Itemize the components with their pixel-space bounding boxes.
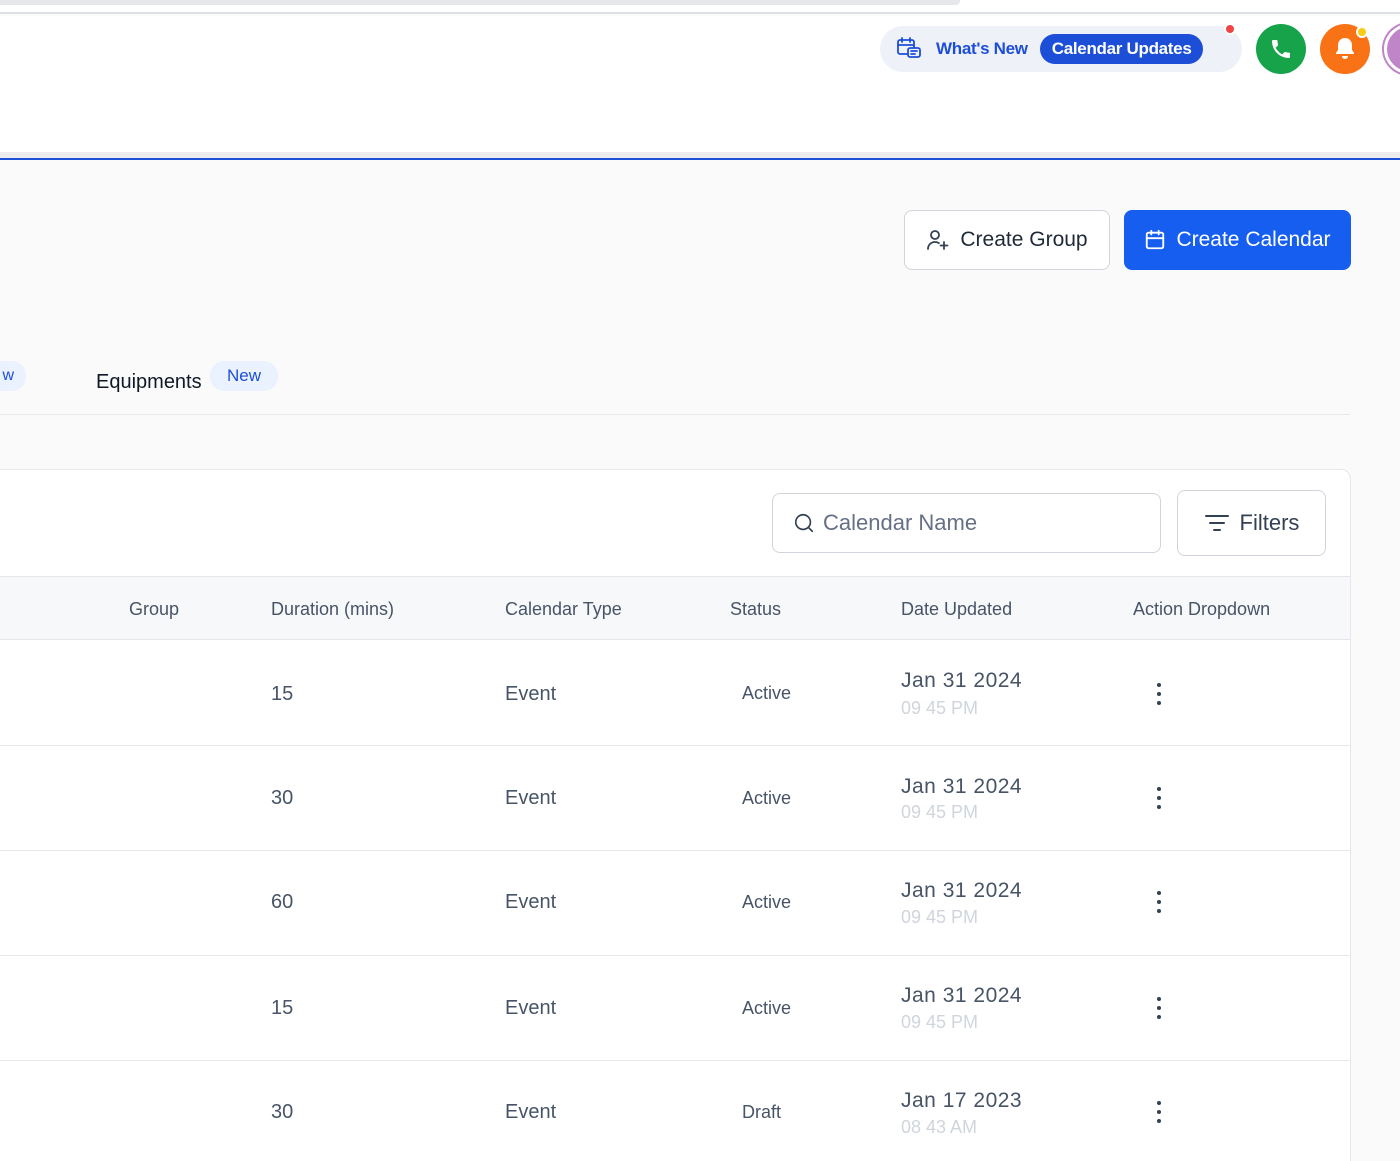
calendar-type-cell: Event bbox=[505, 787, 557, 809]
table-row[interactable]: 60 Event Active Jan 31 2024 09 45 PM bbox=[0, 851, 1350, 956]
duration-cell: 30 bbox=[271, 787, 294, 809]
calendar-type-cell: Event bbox=[505, 683, 557, 705]
user-plus-icon bbox=[927, 230, 949, 250]
calendar-updates-badge: Calendar Updates bbox=[1039, 34, 1204, 64]
time-updated: 09 45 PM bbox=[901, 802, 979, 822]
table-row[interactable]: 30 Event Draft Jan 17 2023 08 43 AM bbox=[0, 1061, 1350, 1161]
time-updated: 09 45 PM bbox=[901, 698, 979, 718]
search-icon bbox=[794, 513, 814, 533]
create-group-label: Create Group bbox=[960, 228, 1088, 251]
more-vertical-icon[interactable] bbox=[1149, 993, 1169, 1023]
column-header-status[interactable]: Status bbox=[730, 599, 781, 620]
status-badge: Active bbox=[742, 788, 792, 808]
horizontal-scrollbar[interactable] bbox=[0, 0, 960, 5]
time-updated: 09 45 PM bbox=[901, 1012, 979, 1032]
create-calendar-label: Create Calendar bbox=[1176, 228, 1331, 251]
filters-button[interactable]: Filters bbox=[1177, 490, 1326, 556]
more-vertical-icon[interactable] bbox=[1149, 887, 1169, 917]
more-vertical-icon[interactable] bbox=[1149, 679, 1169, 709]
whats-new-button[interactable]: What's New Calendar Updates bbox=[880, 23, 1242, 72]
status-badge: Active bbox=[742, 683, 792, 703]
filter-lines-icon bbox=[1204, 515, 1229, 531]
table-row[interactable]: 15 Event Active Jan 31 2024 09 45 PM bbox=[0, 641, 1350, 746]
more-vertical-icon[interactable] bbox=[1149, 783, 1169, 813]
column-header-calendar-type[interactable]: Calendar Type bbox=[505, 599, 622, 620]
calendar-type-cell: Event bbox=[505, 891, 557, 913]
announcement-icon bbox=[896, 36, 922, 62]
whats-new-label: What's New bbox=[936, 39, 1028, 58]
notification-dot bbox=[1224, 23, 1236, 35]
table-row[interactable]: 30 Event Active Jan 31 2024 09 45 PM bbox=[0, 746, 1350, 851]
notifications-button[interactable] bbox=[1320, 24, 1370, 74]
create-group-button[interactable]: Create Group bbox=[904, 210, 1110, 270]
bell-badge-dot bbox=[1356, 26, 1368, 38]
status-badge: Draft bbox=[742, 1102, 782, 1122]
calendar-tabs: w Equipments New bbox=[0, 355, 1350, 415]
date-updated: Jan 31 2024 bbox=[901, 879, 1023, 902]
browser-scroll-strip bbox=[0, 0, 1400, 14]
duration-cell: 60 bbox=[271, 891, 294, 913]
calendar-type-cell: Event bbox=[505, 997, 557, 1019]
status-badge: Active bbox=[742, 892, 792, 912]
filters-label: Filters bbox=[1239, 510, 1300, 535]
duration-cell: 15 bbox=[271, 997, 294, 1019]
column-header-group[interactable]: Group bbox=[129, 599, 179, 620]
status-badge: Active bbox=[742, 998, 792, 1018]
time-updated: 09 45 PM bbox=[901, 907, 979, 927]
create-calendar-button[interactable]: Create Calendar bbox=[1124, 210, 1351, 270]
search-input[interactable] bbox=[823, 510, 1143, 536]
column-header-duration[interactable]: Duration (mins) bbox=[271, 599, 394, 620]
date-updated: Jan 17 2023 bbox=[901, 1089, 1023, 1112]
date-updated: Jan 31 2024 bbox=[901, 775, 1023, 798]
phone-icon bbox=[1272, 40, 1290, 58]
date-updated: Jan 31 2024 bbox=[901, 984, 1023, 1007]
bell-icon bbox=[1336, 38, 1354, 59]
tab-equipments[interactable]: Equipments bbox=[96, 371, 202, 394]
calendar-icon bbox=[1146, 229, 1165, 250]
date-updated: Jan 31 2024 bbox=[901, 669, 1023, 692]
column-header-action-dropdown: Action Dropdown bbox=[1133, 599, 1271, 619]
tab-new-badge: w bbox=[0, 361, 26, 391]
phone-button[interactable] bbox=[1256, 24, 1306, 74]
column-header-date-updated[interactable]: Date Updated bbox=[901, 599, 1012, 620]
header-divider bbox=[0, 152, 1400, 160]
time-updated: 08 43 AM bbox=[901, 1117, 978, 1137]
table-header: Group Duration (mins) Calendar Type Stat… bbox=[0, 576, 1350, 640]
calendar-type-cell: Event bbox=[505, 1101, 557, 1123]
duration-cell: 30 bbox=[271, 1101, 294, 1123]
search-input-wrapper[interactable] bbox=[772, 493, 1161, 553]
duration-cell: 15 bbox=[271, 683, 294, 705]
tab-equipments-new-badge: New bbox=[210, 361, 278, 391]
table-row[interactable]: 15 Event Active Jan 31 2024 09 45 PM bbox=[0, 956, 1350, 1061]
more-vertical-icon[interactable] bbox=[1149, 1097, 1169, 1127]
